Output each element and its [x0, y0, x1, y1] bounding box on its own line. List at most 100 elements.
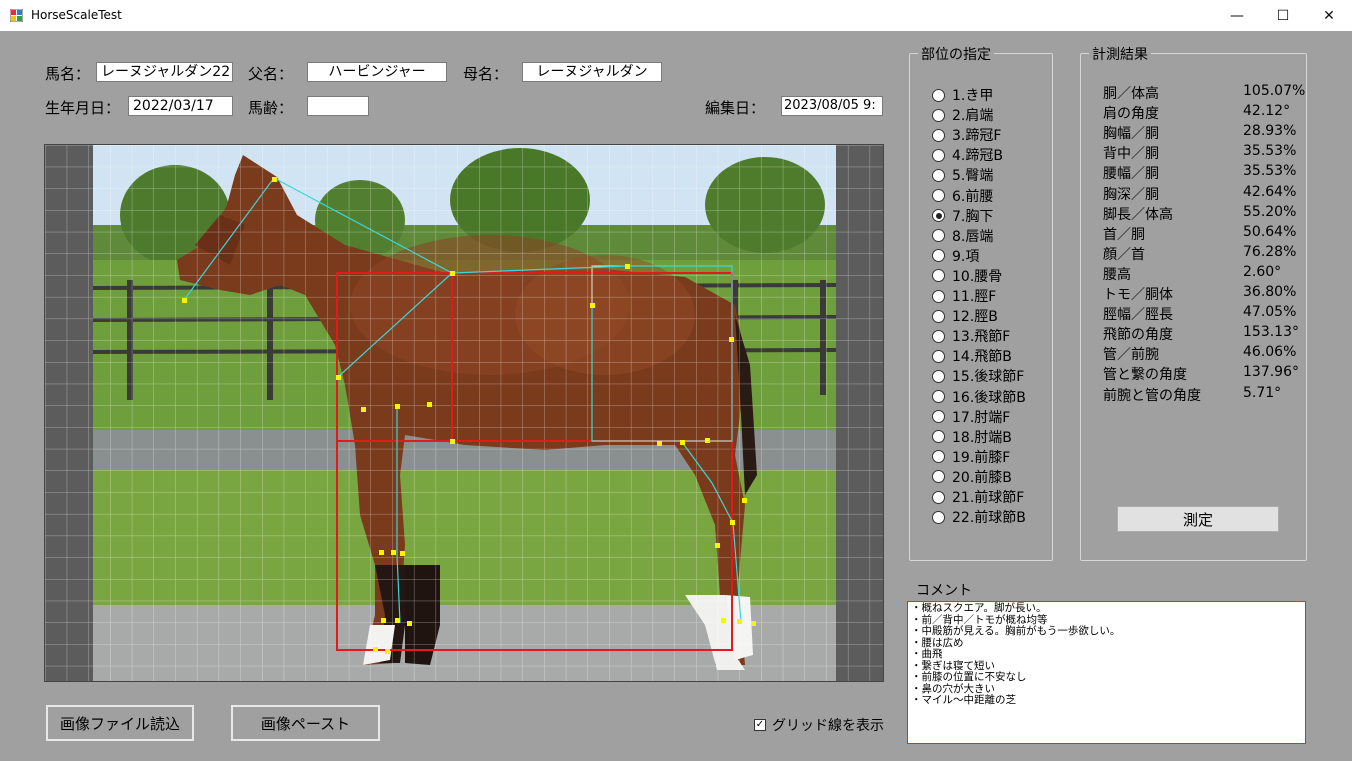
result-label: 胴／体高: [1103, 86, 1159, 102]
result-value: 153.13°: [1243, 324, 1299, 341]
horse-image-canvas[interactable]: [44, 144, 884, 682]
radio-button[interactable]: [932, 369, 945, 383]
part-option[interactable]: 17.肘端F: [932, 407, 1010, 427]
close-button[interactable]: ✕: [1306, 0, 1352, 31]
part-option[interactable]: 10.腰骨: [932, 266, 1002, 286]
radio-button[interactable]: [932, 148, 945, 162]
radio-button[interactable]: [932, 269, 945, 283]
part-option[interactable]: 16.後球節B: [932, 387, 1026, 407]
part-option[interactable]: 13.飛節F: [932, 326, 1010, 346]
radio-button[interactable]: [932, 410, 945, 424]
main-form: 馬名： レーヌジャルダン22 父名： ハービンジャー 母名： レーヌジャルダン …: [0, 31, 1352, 761]
part-option-label: 20.前膝B: [952, 469, 1012, 486]
app-icon: [10, 9, 23, 22]
part-option[interactable]: 2.肩端: [932, 105, 993, 125]
comment-label: コメント: [916, 583, 972, 599]
part-option[interactable]: 22.前球節B: [932, 507, 1026, 527]
sire-field[interactable]: ハービンジャー: [307, 62, 447, 82]
radio-button[interactable]: [932, 490, 945, 504]
result-value: 5.71°: [1243, 384, 1282, 401]
dam-field[interactable]: レーヌジャルダン: [522, 62, 662, 82]
part-option[interactable]: 18.肘端B: [932, 427, 1012, 447]
age-field[interactable]: [307, 96, 369, 116]
title-bar: HorseScaleTest — ☐ ✕: [0, 0, 1352, 32]
part-option-label: 18.肘端B: [952, 429, 1012, 446]
radio-button[interactable]: [932, 450, 945, 464]
part-option-label: 11.脛F: [952, 289, 997, 305]
edit-date-field[interactable]: 2023/08/05 9:: [781, 96, 883, 116]
result-value: 47.05%: [1243, 304, 1297, 321]
load-image-button[interactable]: 画像ファイル読込: [46, 705, 194, 741]
maximize-button[interactable]: ☐: [1260, 0, 1306, 31]
birth-label: 生年月日：: [45, 99, 121, 117]
comment-textarea[interactable]: ・概ねスクエア。脚が長い。 ・前／背中／トモが概ね均等 ・中殿筋が見える。胸前がもう…: [907, 601, 1306, 744]
radio-button[interactable]: [932, 128, 945, 142]
radio-button[interactable]: [932, 88, 945, 102]
radio-button[interactable]: [932, 430, 945, 444]
part-option-label: 21.前球節F: [952, 490, 1025, 506]
result-row: 肩の角度 42.12°: [1103, 103, 1290, 123]
part-option[interactable]: 1.き甲: [932, 85, 993, 105]
part-option[interactable]: 7.胸下: [932, 206, 993, 226]
part-option[interactable]: 14.飛節B: [932, 346, 1012, 366]
part-option[interactable]: 6.前腰: [932, 186, 993, 206]
part-option[interactable]: 9.項: [932, 246, 979, 266]
radio-button[interactable]: [932, 108, 945, 122]
result-label: 胸幅／胴: [1103, 126, 1159, 143]
result-value: 55.20%: [1243, 203, 1297, 220]
result-row: トモ／胴体 36.80%: [1103, 284, 1296, 304]
minimize-button[interactable]: —: [1214, 0, 1260, 31]
radio-button[interactable]: [932, 189, 945, 202]
result-label: 脚長／体高: [1103, 206, 1173, 223]
birth-field[interactable]: 2022/03/17: [128, 96, 233, 116]
part-option[interactable]: 3.蹄冠F: [932, 125, 1001, 145]
part-option-label: 19.前膝F: [952, 449, 1011, 466]
sire-label: 父名：: [248, 65, 294, 83]
part-option[interactable]: 4.蹄冠B: [932, 145, 1003, 165]
part-option[interactable]: 19.前膝F: [932, 447, 1010, 467]
results-group-title: 計測結果: [1089, 44, 1151, 64]
result-value: 105.07%: [1243, 83, 1306, 99]
radio-button[interactable]: [932, 470, 945, 484]
radio-button[interactable]: [932, 289, 945, 303]
part-option[interactable]: 21.前球節F: [932, 487, 1024, 507]
part-option[interactable]: 8.唇端: [932, 226, 993, 246]
horse-photo-drawing: [45, 145, 883, 681]
grid-toggle[interactable]: ✓ グリッド線を表示: [754, 715, 884, 735]
result-label: 脛幅／脛長: [1103, 307, 1173, 324]
radio-button[interactable]: [932, 390, 945, 403]
part-option[interactable]: 5.臀端: [932, 165, 993, 185]
radio-button[interactable]: [932, 249, 945, 263]
part-option-label: 5.臀端: [952, 168, 994, 185]
grid-checkbox[interactable]: ✓: [754, 719, 766, 731]
result-row: 脚長／体高 55.20%: [1103, 204, 1296, 224]
part-option[interactable]: 12.脛B: [932, 306, 998, 326]
part-option[interactable]: 15.後球節F: [932, 366, 1024, 386]
radio-button[interactable]: [932, 510, 945, 524]
part-option[interactable]: 11.脛F: [932, 286, 996, 306]
age-label: 馬齢：: [248, 99, 294, 117]
measure-button[interactable]: 測定: [1117, 506, 1279, 532]
result-row: 管と繋の角度 137.96°: [1103, 364, 1299, 384]
part-option-label: 7.胸下: [952, 208, 994, 225]
result-value: 137.96°: [1243, 364, 1299, 381]
part-option-label: 1.き甲: [952, 88, 994, 104]
parts-group-title: 部位の指定: [918, 44, 994, 64]
parts-group: 部位の指定 1.き甲 2.肩端 3.蹄冠F 4.蹄冠B 5.臀端 6.前腰 7.胸下 8.唇端…: [909, 44, 1053, 561]
result-row: 背中／胴 35.53%: [1103, 143, 1296, 163]
radio-button[interactable]: [932, 309, 945, 323]
radio-button[interactable]: [932, 349, 945, 363]
radio-button[interactable]: [932, 168, 945, 182]
result-label: 背中／胴: [1103, 146, 1159, 163]
comment-line: ・マイル～中距離の芝: [911, 694, 1016, 706]
part-option-label: 17.肘端F: [952, 409, 1011, 426]
comment-line: ・前膝の位置に不安なし: [911, 671, 1027, 683]
paste-image-button[interactable]: 画像ペースト: [231, 705, 380, 741]
radio-button[interactable]: [932, 209, 945, 223]
grid-lines: [45, 145, 883, 681]
result-value: 76.28%: [1243, 243, 1297, 260]
radio-button[interactable]: [932, 329, 945, 343]
part-option[interactable]: 20.前膝B: [932, 467, 1012, 487]
horse-name-field[interactable]: レーヌジャルダン22: [96, 62, 233, 82]
radio-button[interactable]: [932, 229, 945, 243]
